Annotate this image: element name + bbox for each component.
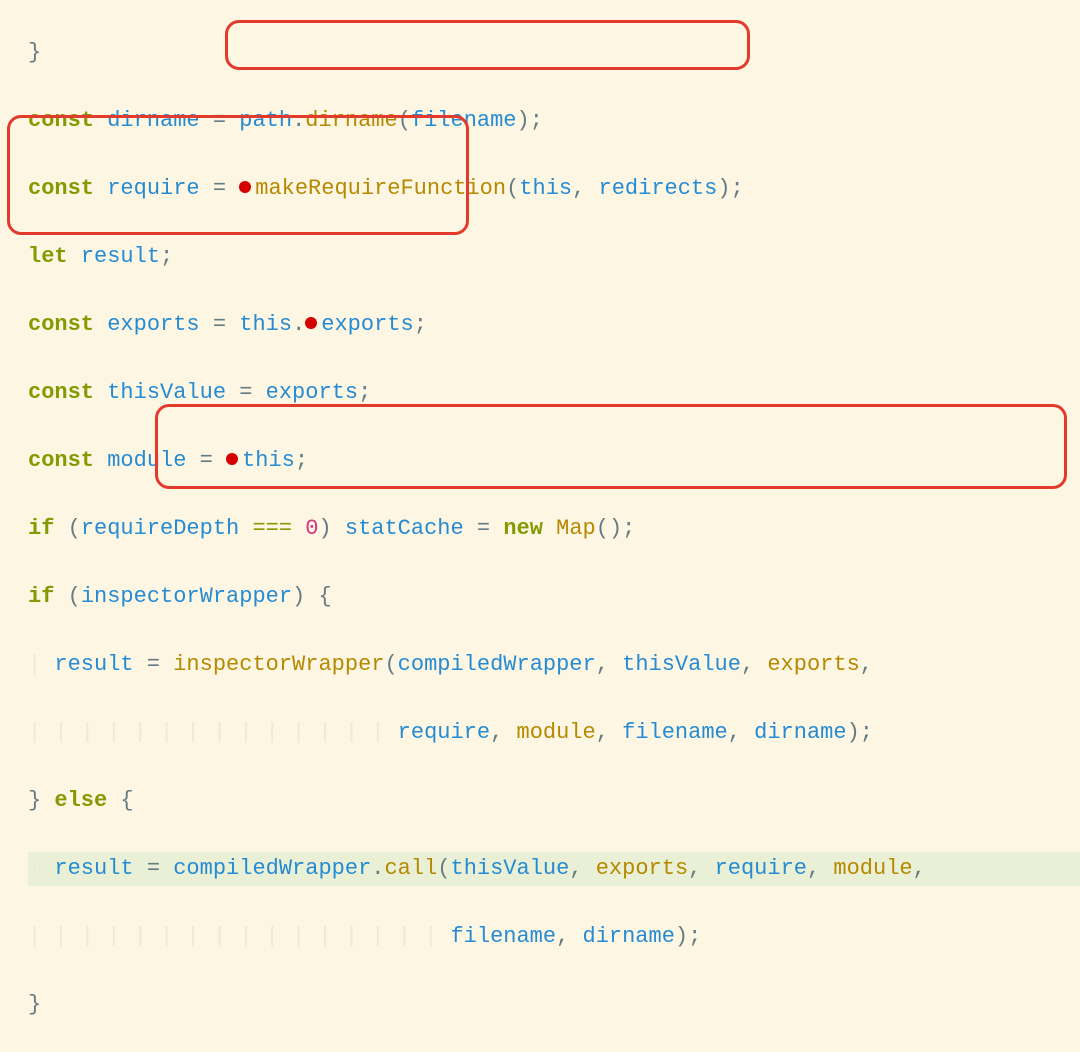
code-line-highlighted: | result = compiledWrapper.call(thisValu… xyxy=(28,852,1080,886)
code-line: } xyxy=(28,36,1080,70)
code-line: const thisValue = exports; xyxy=(28,376,1080,410)
code-line: if (inspectorWrapper) { xyxy=(28,580,1080,614)
code-line: | | | | | | | | | | | | | | | | filename… xyxy=(28,920,1080,954)
code-line: | | | | | | | | | | | | | | require, mod… xyxy=(28,716,1080,750)
brace-close: } xyxy=(28,40,41,65)
breakpoint-icon[interactable] xyxy=(239,181,251,193)
code-block: } const dirname = path.dirname(filename)… xyxy=(0,0,1080,1052)
code-line: const require = makeRequireFunction(this… xyxy=(28,172,1080,206)
code-line: const module = this; xyxy=(28,444,1080,478)
code-line: if (requireDepth === 0) statCache = new … xyxy=(28,512,1080,546)
code-line: let result; xyxy=(28,240,1080,274)
code-line: } else { xyxy=(28,784,1080,818)
code-line: const exports = this.exports; xyxy=(28,308,1080,342)
breakpoint-icon[interactable] xyxy=(226,453,238,465)
code-line: const dirname = path.dirname(filename); xyxy=(28,104,1080,138)
code-line: | result = inspectorWrapper(compiledWrap… xyxy=(28,648,1080,682)
code-line: } xyxy=(28,988,1080,1022)
breakpoint-icon[interactable] xyxy=(305,317,317,329)
